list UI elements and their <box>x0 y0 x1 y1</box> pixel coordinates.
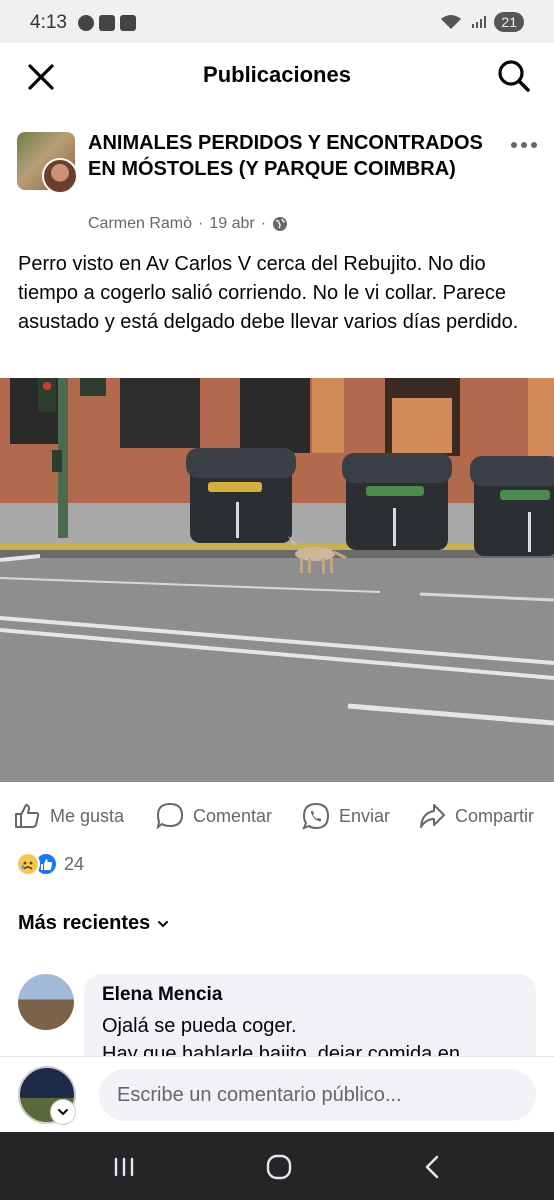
comment-text-line-2: Hay que hablarle bajito, dejar comida en <box>102 1043 460 1056</box>
sort-label: Más recientes <box>18 912 151 934</box>
comment-button[interactable]: Comentar <box>155 801 272 831</box>
back-icon[interactable] <box>416 1150 450 1184</box>
status-notification-icons <box>78 15 136 31</box>
post-author[interactable]: Carmen Ramò <box>88 215 192 233</box>
post-date[interactable]: 19 abr <box>209 215 254 233</box>
wifi-icon <box>441 15 462 29</box>
chevron-down-icon <box>58 1109 68 1116</box>
sad-face-glyph <box>21 861 33 870</box>
comment-composer <box>0 1056 554 1132</box>
post-header: ANIMALES PERDIDOS Y ENCONTRADOS EN MÓSTO… <box>0 122 554 242</box>
whatsapp-icon <box>302 802 330 830</box>
send-label: Enviar <box>339 805 391 826</box>
system-nav-bar <box>0 1132 554 1200</box>
thumbs-up-icon <box>15 804 40 828</box>
author-avatar[interactable] <box>42 158 78 194</box>
status-bar: 4:13 21 <box>0 0 554 43</box>
share-button[interactable]: Compartir <box>417 801 534 831</box>
sad-reaction-icon <box>16 852 40 876</box>
send-button[interactable]: Enviar <box>301 801 390 831</box>
post-actions: Me gusta Comentar Enviar Compartir <box>0 795 554 837</box>
post-text: Perro visto en Av Carlos V cerca del Reb… <box>18 253 519 333</box>
recent-apps-icon[interactable] <box>107 1150 141 1184</box>
facebook-notification-icon <box>78 15 94 31</box>
app-header: Publicaciones <box>0 43 554 109</box>
page-title: Publicaciones <box>203 62 351 87</box>
home-icon[interactable] <box>262 1150 296 1184</box>
meta-separator: · <box>198 215 204 232</box>
post-meta: Carmen Ramò · 19 abr · <box>88 215 288 233</box>
reaction-count: 24 <box>64 853 85 874</box>
photo-street-scene <box>0 378 554 782</box>
reactions-summary[interactable]: 24 <box>16 852 84 876</box>
comment-bubble-icon <box>156 802 184 830</box>
globe-icon <box>273 217 288 231</box>
like-reaction-glyph <box>40 858 52 870</box>
post-photo[interactable] <box>0 378 554 782</box>
more-options-icon[interactable] <box>510 140 538 150</box>
share-label: Compartir <box>455 805 535 826</box>
commenter-avatar[interactable] <box>18 974 74 1030</box>
comment-author[interactable]: Elena Mencia <box>102 984 518 1006</box>
profile-switch-button[interactable] <box>50 1099 76 1125</box>
like-label: Me gusta <box>50 805 125 826</box>
comment-text-line-1: Ojalá se pueda coger. <box>102 1015 297 1037</box>
search-icon[interactable] <box>496 58 532 94</box>
comment-input[interactable] <box>99 1069 536 1121</box>
battery-indicator: 21 <box>494 12 524 32</box>
signal-icon <box>472 16 487 28</box>
status-time: 4:13 <box>30 12 67 33</box>
group-name[interactable]: ANIMALES PERDIDOS Y ENCONTRADOS EN MÓSTO… <box>88 130 488 182</box>
comments-sort-dropdown[interactable]: Más recientes <box>18 912 170 935</box>
share-icon <box>420 804 445 828</box>
status-system-icons: 21 <box>440 12 524 32</box>
chevron-down-icon <box>158 920 169 927</box>
comment-bubble[interactable]: Elena Mencia Ojalá se pueda coger. Hay q… <box>84 974 536 1056</box>
meta-separator-2: · <box>260 215 267 232</box>
youtube-notification-icon <box>99 15 115 31</box>
lock-notification-icon <box>120 15 136 31</box>
like-button[interactable]: Me gusta <box>12 801 124 831</box>
comment-item: Elena Mencia Ojalá se pueda coger. Hay q… <box>0 974 554 1056</box>
comment-label: Comentar <box>193 805 273 826</box>
